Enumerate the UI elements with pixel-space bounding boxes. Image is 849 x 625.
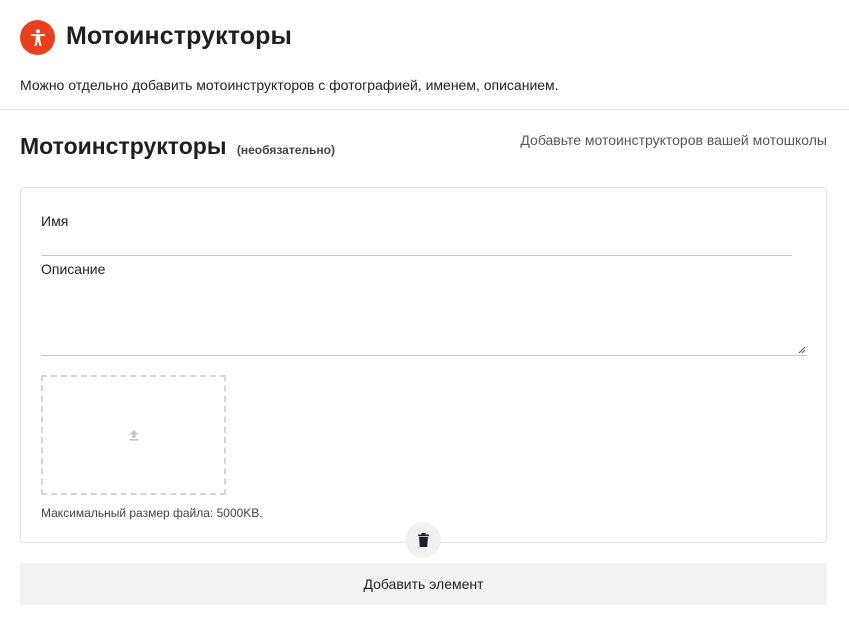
trash-icon (417, 533, 429, 547)
name-field-label: Имя (41, 213, 69, 229)
max-file-size-note: Максимальный размер файла: 5000KB. (41, 506, 263, 520)
page-header: Мотоинструкторы Можно отдельно добавить … (0, 0, 849, 110)
photo-upload-dropzone[interactable] (41, 375, 226, 495)
resize-handle-icon[interactable] (798, 346, 806, 354)
page-description: Можно отдельно добавить мотоинструкторов… (20, 77, 559, 93)
page-title: Мотоинструкторы (66, 22, 292, 50)
optional-label: (необязательно) (236, 143, 335, 157)
accessibility-person-icon (20, 20, 55, 55)
section-title-text: Мотоинструкторы (20, 133, 227, 159)
section-title: Мотоинструкторы (необязательно) (20, 133, 335, 160)
delete-item-button[interactable] (405, 522, 441, 558)
description-field-label: Описание (41, 261, 106, 277)
add-item-button[interactable]: Добавить элемент (20, 563, 827, 605)
instructor-item-card: Имя Описание Максимальный размер файла: … (20, 187, 827, 543)
section-hint: Добавьте мотоинструкторов вашей мотошкол… (520, 132, 827, 148)
name-field[interactable]: Имя (41, 213, 792, 256)
description-field[interactable]: Описание (41, 261, 807, 356)
upload-arrow-icon (129, 430, 138, 441)
